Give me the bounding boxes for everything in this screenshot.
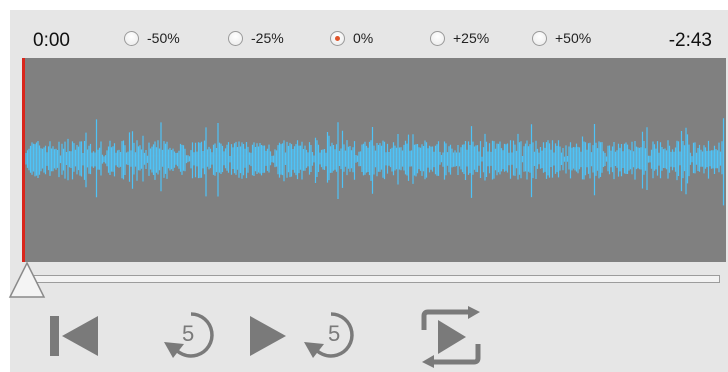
forward-5-button[interactable]: 5 (300, 306, 362, 366)
rewind-5-button[interactable]: 5 (160, 306, 222, 366)
speed-option-plus-50[interactable]: +50% (532, 26, 591, 50)
skip-to-start-icon[interactable] (48, 312, 100, 360)
remaining-time: -2:43 (668, 30, 712, 51)
playhead-marker[interactable] (22, 58, 25, 262)
seek-thumb[interactable] (7, 260, 47, 300)
speed-radio[interactable] (430, 30, 445, 46)
forward-seconds-label: 5 (328, 321, 341, 346)
speed-radio[interactable] (532, 30, 547, 46)
seek-bar[interactable] (20, 275, 720, 283)
current-time: 0:00 (33, 30, 70, 51)
waveform-trace (25, 118, 725, 206)
speed-radio[interactable] (124, 30, 139, 46)
speed-label: +25% (453, 30, 490, 46)
audio-player: 0:00 -50% -25% 0% +25% +50% -2:43 5 5 (7, 10, 728, 372)
play-icon[interactable] (246, 312, 290, 360)
rewind-seconds-label: 5 (182, 321, 195, 346)
speed-label: +50% (555, 30, 592, 46)
loop-play-icon[interactable] (414, 306, 488, 368)
waveform (25, 118, 725, 206)
speed-radio-selected[interactable] (330, 30, 345, 46)
speed-option-plus-25[interactable]: +25% (430, 26, 489, 50)
speed-label: 0% (353, 30, 374, 46)
top-bar: 0:00 -50% -25% 0% +25% +50% -2:43 (10, 10, 728, 58)
speed-option-minus-25[interactable]: -25% (228, 26, 284, 50)
speed-label: -25% (251, 30, 284, 46)
waveform-display[interactable] (22, 58, 726, 262)
speed-option-0[interactable]: 0% (330, 26, 373, 50)
speed-radio[interactable] (228, 30, 243, 46)
speed-label: -50% (147, 30, 180, 46)
speed-option-minus-50[interactable]: -50% (124, 26, 180, 50)
